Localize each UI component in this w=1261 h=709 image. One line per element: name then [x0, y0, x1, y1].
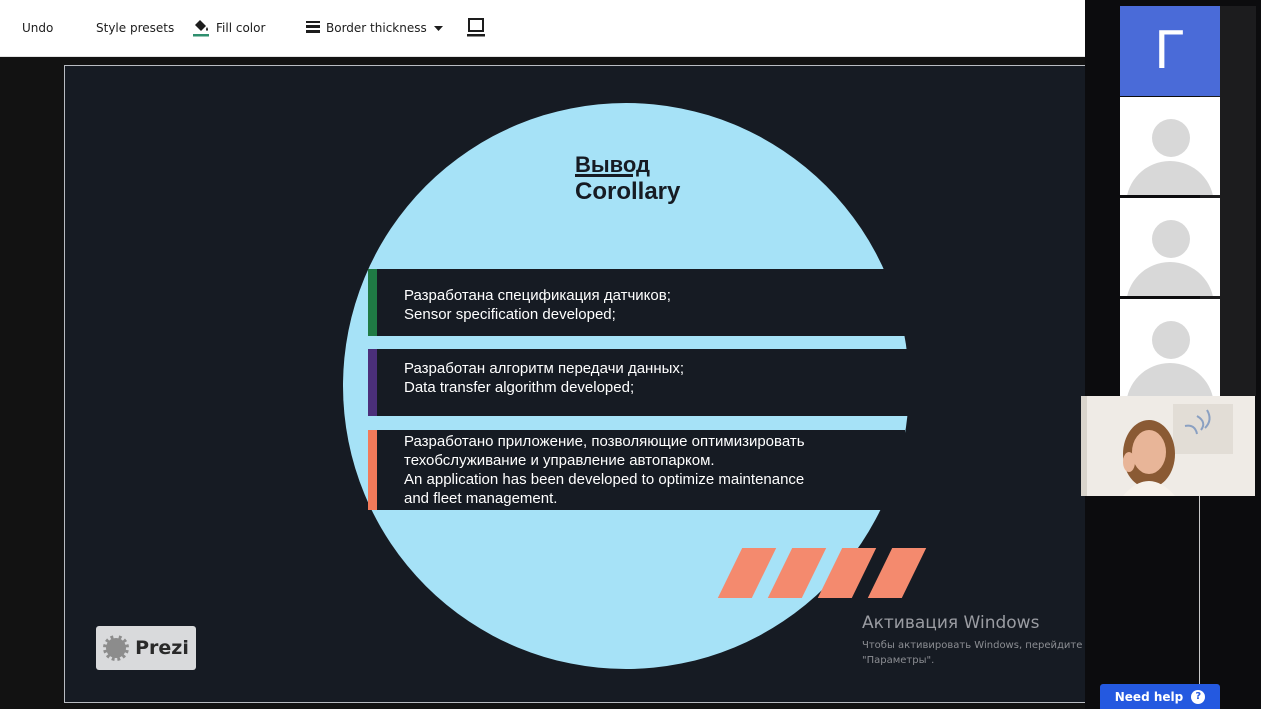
item-2-line-ru: Разработан алгоритм передачи данных;: [404, 360, 685, 377]
item-3-line-en-2: and fleet management.: [404, 490, 558, 507]
participant-video[interactable]: [1081, 396, 1255, 496]
prezi-label: Prezi: [135, 637, 189, 659]
need-help-label: Need help: [1114, 689, 1184, 704]
accent-bar: [368, 269, 377, 336]
fill-color-label: Fill color: [216, 21, 266, 35]
slide-title[interactable]: Вывод Corollary: [575, 152, 795, 206]
title-russian: Вывод: [575, 152, 651, 177]
border-color-button[interactable]: [466, 0, 486, 56]
participant-tile[interactable]: [1120, 198, 1220, 296]
item-1-line-ru: Разработана спецификация датчиков;: [404, 287, 671, 304]
prezi-icon: [103, 635, 130, 661]
avatar-head-icon: [1152, 119, 1190, 157]
undo-label: Undo: [22, 21, 54, 35]
conclusion-item-3[interactable]: Разработано приложение, позволяющие опти…: [368, 430, 905, 510]
stripe: [867, 548, 927, 598]
question-icon: ?: [1191, 689, 1206, 704]
border-square-icon: [466, 17, 486, 40]
stripe: [717, 548, 777, 598]
avatar-body-icon: [1126, 262, 1214, 296]
title-english: Corollary: [575, 178, 681, 205]
accent-bar: [368, 349, 377, 416]
divider-line: [1199, 496, 1200, 686]
chevron-down-icon: [433, 21, 443, 35]
item-1-line-en: Sensor specification developed;: [404, 306, 616, 323]
participant-tile[interactable]: [1120, 299, 1220, 397]
avatar-head-icon: [1152, 321, 1190, 359]
participant-tile[interactable]: [1120, 97, 1220, 195]
avatar-body-icon: [1126, 161, 1214, 195]
conclusion-item-2[interactable]: Разработан алгоритм передачи данных; Dat…: [368, 349, 909, 416]
accent-bar: [368, 430, 377, 510]
decorative-stripes: [717, 548, 928, 598]
border-thickness-label: Border thickness: [326, 21, 427, 35]
item-3-line-ru-1: Разработано приложение, позволяющие опти…: [404, 433, 805, 450]
fill-color-button[interactable]: Fill color: [192, 0, 265, 56]
style-presets-label: Style presets: [96, 21, 175, 35]
undo-button[interactable]: Undo: [22, 0, 53, 56]
prezi-logo[interactable]: Prezi: [96, 626, 196, 670]
item-3-line-ru-2: техобслуживание и управление автопарком.: [404, 452, 715, 469]
stripe: [767, 548, 827, 598]
avatar-body-icon: [1126, 363, 1214, 397]
border-thickness-icon: [306, 20, 320, 36]
stripe: [817, 548, 877, 598]
border-thickness-dropdown[interactable]: Border thickness: [306, 0, 443, 56]
need-help-button[interactable]: Need help ?: [1100, 684, 1220, 709]
webcam-person-icon: [1081, 396, 1255, 496]
conclusion-item-1[interactable]: Разработана спецификация датчиков; Senso…: [368, 269, 905, 336]
style-presets-button[interactable]: Style presets: [96, 0, 174, 56]
editor-toolbar: Undo Style presets Fill color Border thi…: [0, 0, 1085, 57]
item-2-line-en: Data transfer algorithm developed;: [404, 379, 635, 396]
item-3-line-en-1: An application has been developed to opt…: [404, 471, 805, 488]
avatar-head-icon: [1152, 220, 1190, 258]
paint-bucket-icon: [192, 17, 210, 40]
participant-tile-letter[interactable]: Г: [1120, 6, 1220, 96]
participant-initial: Г: [1154, 21, 1186, 81]
